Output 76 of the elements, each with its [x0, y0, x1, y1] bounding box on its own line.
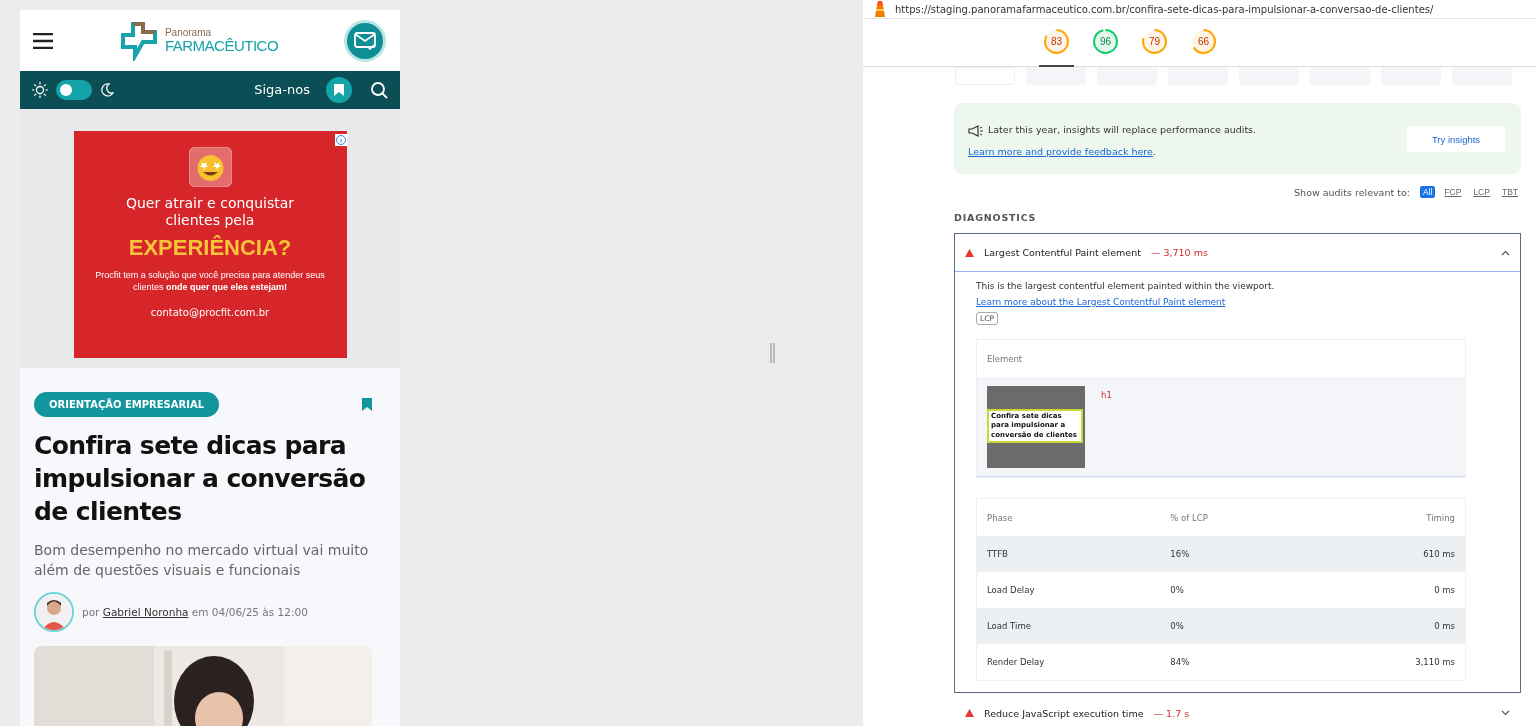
star-emoji-icon — [188, 146, 232, 187]
warning-triangle-icon — [965, 709, 974, 717]
audit-header[interactable]: Reduce JavaScript execution time — 1.7 s — [955, 694, 1520, 726]
feedback-link[interactable]: Learn more and provide feedback here — [968, 146, 1153, 157]
resize-handle-icon[interactable] — [770, 343, 775, 363]
table-cell-text: Load Time — [987, 621, 1032, 631]
learn-more-link[interactable]: Learn more about the Largest Contentful Paint element — [976, 297, 1226, 307]
try-insights-button[interactable]: Try insights — [1407, 126, 1505, 152]
ad-contact: contato@procfit.com.br — [150, 306, 270, 318]
bookmark-icon — [334, 83, 344, 96]
lighthouse-icon — [873, 0, 887, 18]
table-cell-text: 0 ms — [1433, 585, 1455, 595]
chevron-down-icon[interactable] — [1501, 710, 1510, 716]
filmstrip-frame — [1310, 67, 1370, 85]
table-cell-text: 0 ms — [1433, 621, 1455, 631]
author-avatar — [34, 592, 74, 632]
score-gauge[interactable]: 83 — [1039, 18, 1074, 67]
filmstrip-frame — [1452, 67, 1512, 85]
filmstrip-frame — [1097, 67, 1157, 85]
category-badge[interactable]: ORIENTAÇÃO EMPRESARIAL — [34, 392, 220, 417]
chevron-up-icon[interactable] — [1501, 249, 1510, 256]
score-gauge[interactable]: 79 — [1137, 18, 1172, 67]
table-cell-text: Render Delay — [987, 657, 1046, 667]
column-header: % of LCP — [1170, 512, 1209, 523]
table-cell-text: TTFB — [987, 549, 1009, 559]
notice-text: Later this year, insights will replace performance audits. Learn more and provide feedback here. — [968, 123, 1258, 159]
moon-icon — [100, 82, 114, 97]
info-icon[interactable] — [334, 133, 347, 146]
envelope-icon — [354, 31, 376, 50]
column-header: Timing — [1425, 512, 1455, 523]
filter-label: Show audits relevant to: — [1294, 186, 1410, 198]
menu-icon[interactable] — [33, 32, 53, 49]
warning-triangle-icon — [965, 248, 974, 257]
section-title: DIAGNOSTICS — [954, 212, 1038, 223]
ad-headline: Quer atrair e conquistar clientes pela — [124, 194, 296, 229]
table-cell-text: 3,110 ms — [1414, 657, 1455, 667]
byline: por Gabriel Noronha em 04/06/25 às 12:00 — [82, 606, 308, 618]
article-subtitle: Bom desempenho no mercado virtual vai muito além de questões visuais e funcionais — [34, 541, 370, 580]
table-cell-text: 16% — [1170, 549, 1191, 559]
advertisement-banner[interactable]: Quer atrair e conquistar clientes pela EXPERIÊNCIA? Procfit tem a solução que você precisa para atender seus clientes onde quer que eles estejam! contato@procfit.com.br — [73, 130, 347, 358]
table-cell-text: Load Delay — [987, 585, 1036, 595]
table-cell-text: 84% — [1170, 657, 1191, 667]
follow-label[interactable]: Siga-nos — [254, 82, 310, 98]
bookmark-button[interactable] — [326, 76, 352, 103]
theme-toggle[interactable] — [56, 79, 92, 100]
filmstrip-frame — [1168, 67, 1228, 85]
filmstrip-frame — [1239, 67, 1299, 85]
audit-header[interactable]: Largest Contentful Paint element — 3,710 ms — [955, 234, 1520, 272]
logo-text: Panorama — [164, 28, 212, 39]
article-title: Confira sete dicas para impulsionar a conversão de clientes — [34, 430, 367, 528]
filmstrip-frame — [1381, 67, 1441, 85]
ad-highlight: EXPERIÊNCIA? — [128, 234, 292, 261]
page-url: https://staging.panoramafarmaceutico.com.br/confira-sete-dicas-para-impulsionar-a-conversao-de-clientes/ — [895, 3, 1434, 15]
filter-option[interactable]: All — [1419, 186, 1436, 198]
filmstrip-frame — [955, 67, 1015, 85]
ad-body: Procfit tem a solução que você precisa para atender seus clientes onde quer que eles estejam! — [94, 268, 326, 293]
filter-option[interactable]: FCP — [1441, 186, 1465, 198]
table-cell-text: 610 ms — [1422, 549, 1455, 559]
search-icon[interactable] — [370, 80, 388, 99]
table-cell-text: 0% — [1170, 621, 1185, 631]
bookmark-icon[interactable] — [362, 398, 372, 411]
sun-icon — [32, 81, 48, 98]
logo-text: FARMACÊUTICO — [164, 38, 279, 54]
score-gauge[interactable]: 96 — [1088, 18, 1123, 67]
column-header: Element — [987, 353, 1024, 364]
audit-description: This is the largest contentful element painted within the viewport. Learn more about the Largest Contentful Paint element — [976, 280, 1276, 309]
filter-option[interactable]: LCP — [1470, 186, 1493, 198]
filter-option[interactable]: TBT — [1498, 186, 1521, 198]
score-gauge[interactable]: 66 — [1186, 18, 1221, 67]
megaphone-icon — [968, 124, 984, 137]
filmstrip-frame — [1026, 67, 1086, 85]
author-link[interactable]: Gabriel Noronha — [102, 606, 189, 618]
element-selector: h1 — [1101, 390, 1112, 402]
column-header: Phase — [987, 512, 1014, 523]
newsletter-button[interactable] — [344, 19, 386, 62]
table-cell-text: 0% — [1170, 585, 1185, 595]
